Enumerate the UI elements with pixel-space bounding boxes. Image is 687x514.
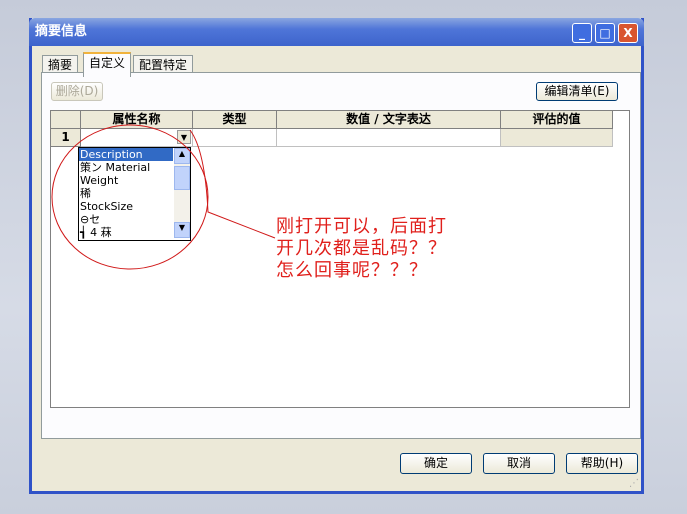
annotation-line: 怎么回事呢？？？: [276, 260, 428, 281]
annotation-line: 刚打开可以，后面打: [276, 216, 447, 237]
annotation-text: 刚打开可以，后面打 开几次都是乱码？？ 怎么回事呢？？？: [276, 216, 447, 282]
annotation-line: 开几次都是乱码？？: [276, 238, 447, 259]
tab-custom[interactable]: 自定义: [83, 52, 132, 77]
